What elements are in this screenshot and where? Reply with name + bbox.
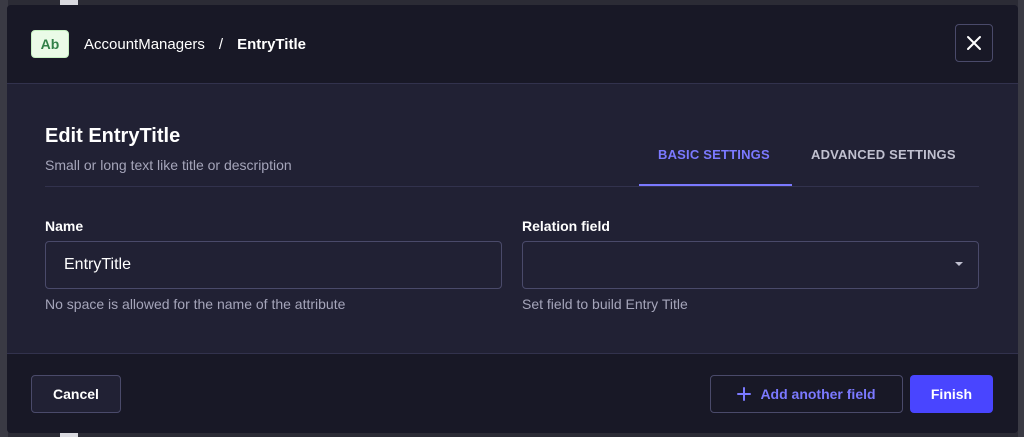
tabs-divider (45, 186, 979, 187)
edit-field-modal: Ab AccountManagers / EntryTitle Edit Ent… (7, 5, 1018, 433)
relation-field-hint: Set field to build Entry Title (522, 296, 688, 312)
cancel-button-label: Cancel (53, 386, 99, 402)
relation-field-select[interactable] (522, 241, 979, 289)
finish-button[interactable]: Finish (910, 375, 993, 413)
modal-title: Edit EntryTitle (45, 125, 181, 147)
breadcrumb-separator: / (218, 35, 224, 53)
finish-button-label: Finish (930, 386, 973, 402)
caret-down-icon (955, 262, 963, 266)
name-input[interactable] (45, 241, 502, 289)
close-button[interactable] (955, 24, 993, 62)
add-another-field-label: Add another field (760, 386, 876, 402)
breadcrumb-field: EntryTitle (237, 35, 306, 53)
plus-icon (737, 387, 752, 401)
background-right-edge (1018, 0, 1024, 437)
breadcrumb-collection[interactable]: AccountManagers (84, 36, 205, 53)
name-field-hint: No space is allowed for the name of the … (45, 296, 346, 312)
text-type-badge: Ab (31, 30, 69, 58)
cancel-button[interactable]: Cancel (31, 375, 121, 413)
background-notch (60, 433, 78, 437)
add-another-field-button[interactable]: Add another field (710, 375, 903, 413)
modal-footer: Cancel Add another field Finish (7, 353, 1018, 433)
modal-subtitle: Small or long text like title or descrip… (45, 157, 292, 173)
relation-field-label: Relation field (522, 218, 610, 234)
name-field-label: Name (45, 218, 84, 234)
tab-advanced-settings[interactable]: ADVANCED SETTINGS (811, 147, 956, 162)
close-icon (967, 36, 981, 50)
modal-header: Ab AccountManagers / EntryTitle (7, 5, 1018, 84)
tab-basic-settings[interactable]: BASIC SETTINGS (658, 147, 770, 162)
